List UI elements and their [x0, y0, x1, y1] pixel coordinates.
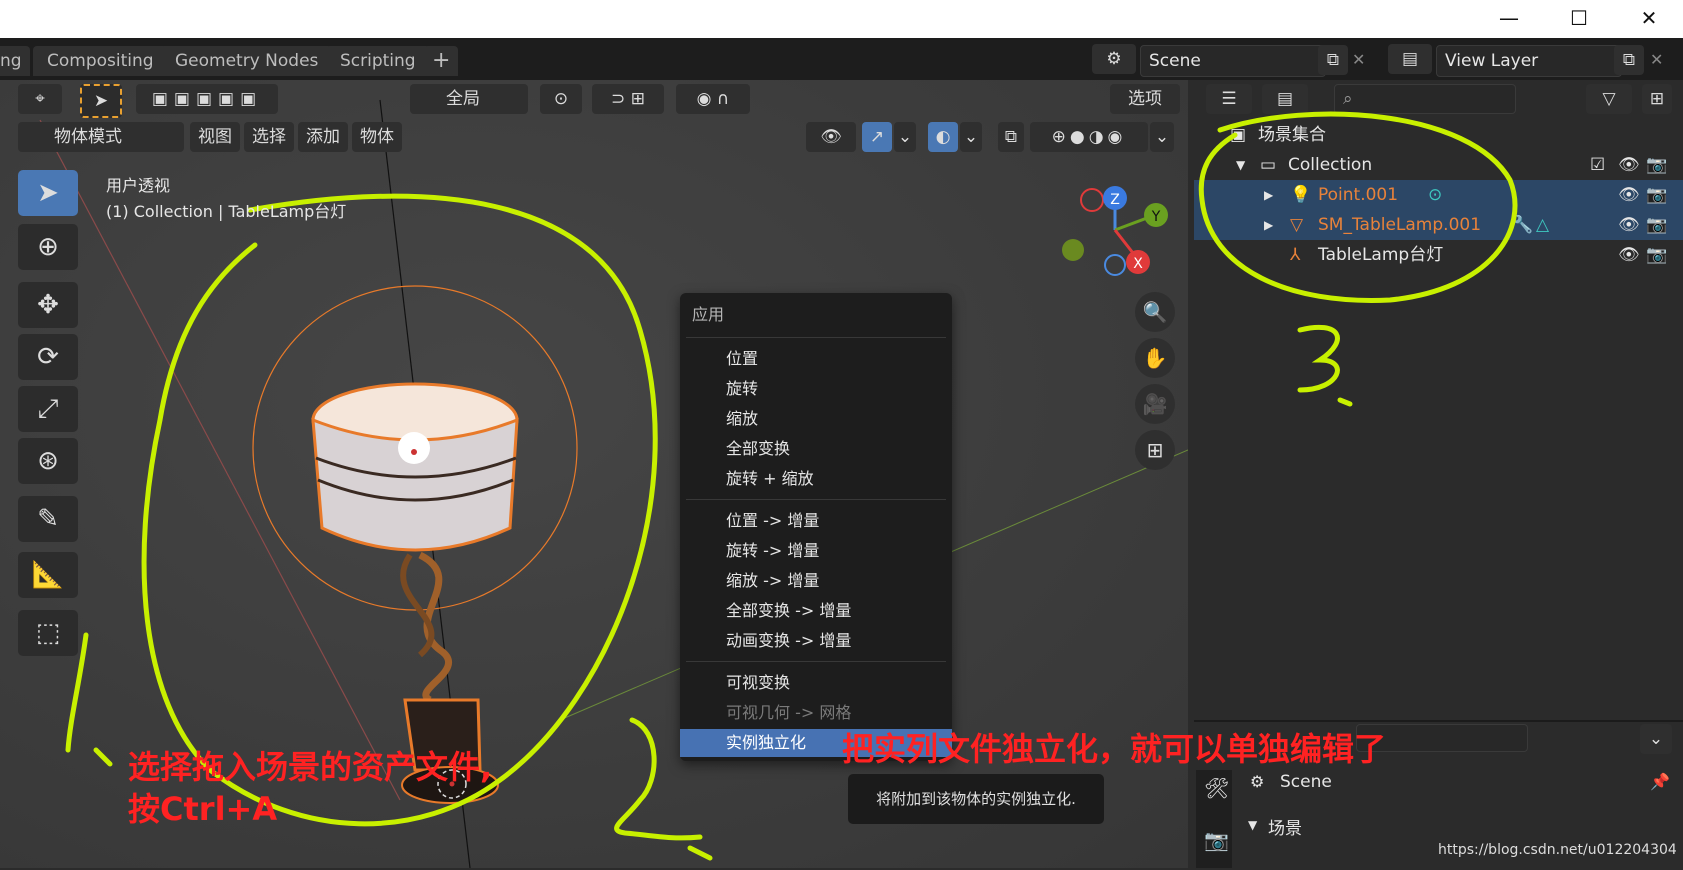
cursor-tool-icon[interactable]: ⊕ — [18, 224, 78, 270]
visibility-icon[interactable]: 👁 — [806, 122, 856, 152]
tool-settings-tab-icon[interactable]: 🛠 — [1204, 776, 1229, 800]
menu-item-anim-to-deltas[interactable]: 动画变换 -> 增量 — [680, 627, 952, 655]
render-tab-icon[interactable]: 📷 — [1204, 828, 1229, 852]
menu-object[interactable]: 物体 — [352, 122, 402, 152]
shading-modes-icons[interactable]: ⊕●◑◉ — [1030, 122, 1148, 152]
mesh-data-icon: △ — [1536, 215, 1550, 235]
menu-item-visual-transform[interactable]: 可视变换 — [680, 669, 952, 697]
section-scene-label: 场景 — [1268, 819, 1302, 839]
annotation-step2: 把实列文件独立化，就可以单独编辑了 — [842, 730, 1387, 768]
menu-item-scale[interactable]: 缩放 — [680, 405, 952, 433]
menu-select[interactable]: 选择 — [244, 122, 294, 152]
zoom-icon[interactable]: 🔍 — [1135, 292, 1175, 332]
view-layer-field[interactable]: View Layer — [1436, 45, 1622, 77]
section-expand-icon[interactable]: ▼ — [1248, 818, 1257, 832]
minimize-button[interactable]: — — [1486, 0, 1532, 38]
close-button[interactable]: ✕ — [1626, 0, 1672, 38]
move-tool-icon[interactable]: ✥ — [18, 282, 78, 328]
select-mode-icons[interactable]: ▣▣▣▣▣ — [136, 84, 278, 114]
camera-render-icon[interactable]: 📷 — [1646, 180, 1667, 210]
menu-item-rotation[interactable]: 旋转 — [680, 375, 952, 403]
annotation-step1-line2: 按Ctrl+A — [128, 790, 278, 828]
eye-icon[interactable]: 👁 — [1618, 150, 1640, 180]
menu-item-all-transforms[interactable]: 全部变换 — [680, 435, 952, 463]
new-collection-icon[interactable]: ⊞ — [1642, 84, 1672, 114]
rotate-tool-icon[interactable]: ⟳ — [18, 334, 78, 380]
shading-dropdown-icon[interactable]: ⌄ — [1150, 122, 1174, 152]
delete-scene-icon[interactable]: ✕ — [1352, 45, 1372, 75]
scene-context-icon: ⚙ — [1250, 772, 1265, 791]
scene-name-field[interactable]: Scene — [1140, 45, 1326, 77]
menu-item-location-to-deltas[interactable]: 位置 -> 增量 — [680, 507, 952, 535]
select-tool-icon[interactable]: ➤ — [80, 84, 122, 118]
tab-geometry-nodes[interactable]: Geometry Nodes — [161, 46, 333, 76]
snap-icon[interactable]: ⊃ ⊞ — [592, 84, 664, 114]
add-cube-tool-icon[interactable]: ⬚ — [18, 610, 78, 656]
annotation-circle-outliner — [1198, 111, 1518, 407]
measure-tool-icon[interactable]: 📐 — [18, 552, 78, 598]
eye-icon[interactable]: 👁 — [1618, 240, 1640, 270]
pivot-point-icon[interactable]: ⊙ — [540, 84, 582, 114]
gizmo-dropdown-icon[interactable]: ⌄ — [894, 122, 916, 152]
new-view-layer-icon[interactable]: ⧉ — [1614, 45, 1644, 75]
delete-view-layer-icon[interactable]: ✕ — [1650, 45, 1670, 75]
tab-scripting[interactable]: Scripting — [326, 46, 430, 76]
camera-render-icon[interactable]: 📷 — [1646, 150, 1667, 180]
annotation-step1-line1: 选择拖入场景的资产文件, — [128, 748, 493, 786]
editor-type-icon[interactable]: ⌖ — [18, 84, 62, 114]
pin-icon[interactable]: 📌 — [1650, 772, 1670, 791]
outliner-filter-icon[interactable]: ▽ — [1586, 84, 1632, 114]
transform-orientation-dropdown[interactable]: 全局 — [410, 84, 528, 114]
menu-view[interactable]: 视图 — [190, 122, 240, 152]
watermark-url: https://blog.csdn.net/u012204304 — [1438, 842, 1677, 858]
menu-item-scale-to-deltas[interactable]: 缩放 -> 增量 — [680, 567, 952, 595]
menu-item-all-to-deltas[interactable]: 全部变换 -> 增量 — [680, 597, 952, 625]
camera-render-icon[interactable]: 📷 — [1646, 210, 1667, 240]
window-titlebar — [0, 0, 1683, 38]
tooltip: 将附加到该物体的实例独立化. — [848, 774, 1104, 824]
camera-view-icon[interactable]: 🎥 — [1135, 384, 1175, 424]
menu-item-location[interactable]: 位置 — [680, 345, 952, 373]
gizmo-y-label: Y — [1151, 209, 1161, 225]
eye-icon[interactable]: 👁 — [1618, 210, 1640, 240]
gizmo-z-label: Z — [1110, 192, 1120, 208]
xray-icon[interactable]: ⧉ — [998, 122, 1024, 152]
annotate-tool-icon[interactable]: ✎ — [18, 496, 78, 542]
apply-context-menu: 应用 位置 旋转 缩放 全部变换 旋转 + 缩放 位置 -> 增量 旋转 -> … — [680, 293, 952, 761]
scale-tool-icon[interactable]: ⤢ — [18, 386, 78, 432]
menu-add[interactable]: 添加 — [298, 122, 348, 152]
point-light-icon — [398, 432, 430, 464]
navigation-gizmo[interactable]: Z Y X — [1060, 180, 1170, 280]
object-info: (1) Collection | TableLamp台灯 — [106, 202, 347, 221]
properties-scene-label: Scene — [1280, 772, 1332, 792]
view-name: 用户透视 — [106, 176, 171, 195]
pan-hand-icon[interactable]: ✋ — [1135, 338, 1175, 378]
tab-partial[interactable]: ng — [0, 46, 30, 76]
gizmo-toggle-icon[interactable]: ↗ — [862, 122, 892, 152]
eye-icon[interactable]: 👁 — [1618, 180, 1640, 210]
add-workspace-button[interactable]: + — [424, 46, 459, 76]
new-scene-icon[interactable]: ⧉ — [1318, 45, 1348, 75]
menu-item-rotation-scale[interactable]: 旋转 + 缩放 — [680, 465, 952, 493]
scene-browse-icon[interactable]: ⚙ — [1092, 44, 1136, 74]
overlay-toggle-icon[interactable]: ◐ — [928, 122, 958, 152]
properties-options-icon[interactable]: ⌄ — [1640, 724, 1672, 754]
overlay-dropdown-icon[interactable]: ⌄ — [960, 122, 982, 152]
transform-tool-icon[interactable]: ⊛ — [18, 438, 78, 484]
proportional-edit-icon[interactable]: ◉ ∩ — [676, 84, 750, 114]
ortho-grid-icon[interactable]: ⊞ — [1135, 430, 1175, 470]
view-layer-browse-icon[interactable]: ▤ — [1388, 44, 1432, 74]
options-dropdown[interactable]: 选项 — [1110, 84, 1180, 114]
gizmo-x-label: X — [1133, 256, 1143, 272]
menu-title: 应用 — [692, 305, 725, 324]
checkbox-icon[interactable]: ☑ — [1590, 150, 1605, 180]
menu-item-visual-geometry-to-mesh: 可视几何 -> 网格 — [726, 703, 852, 722]
select-box-tool-icon[interactable]: ➤ — [18, 170, 78, 216]
tab-compositing[interactable]: Compositing — [33, 46, 168, 76]
menu-item-rotation-to-deltas[interactable]: 旋转 -> 增量 — [680, 537, 952, 565]
maximize-button[interactable]: ☐ — [1556, 0, 1602, 38]
mode-dropdown[interactable]: 物体模式 — [18, 122, 184, 152]
camera-render-icon[interactable]: 📷 — [1646, 240, 1667, 270]
